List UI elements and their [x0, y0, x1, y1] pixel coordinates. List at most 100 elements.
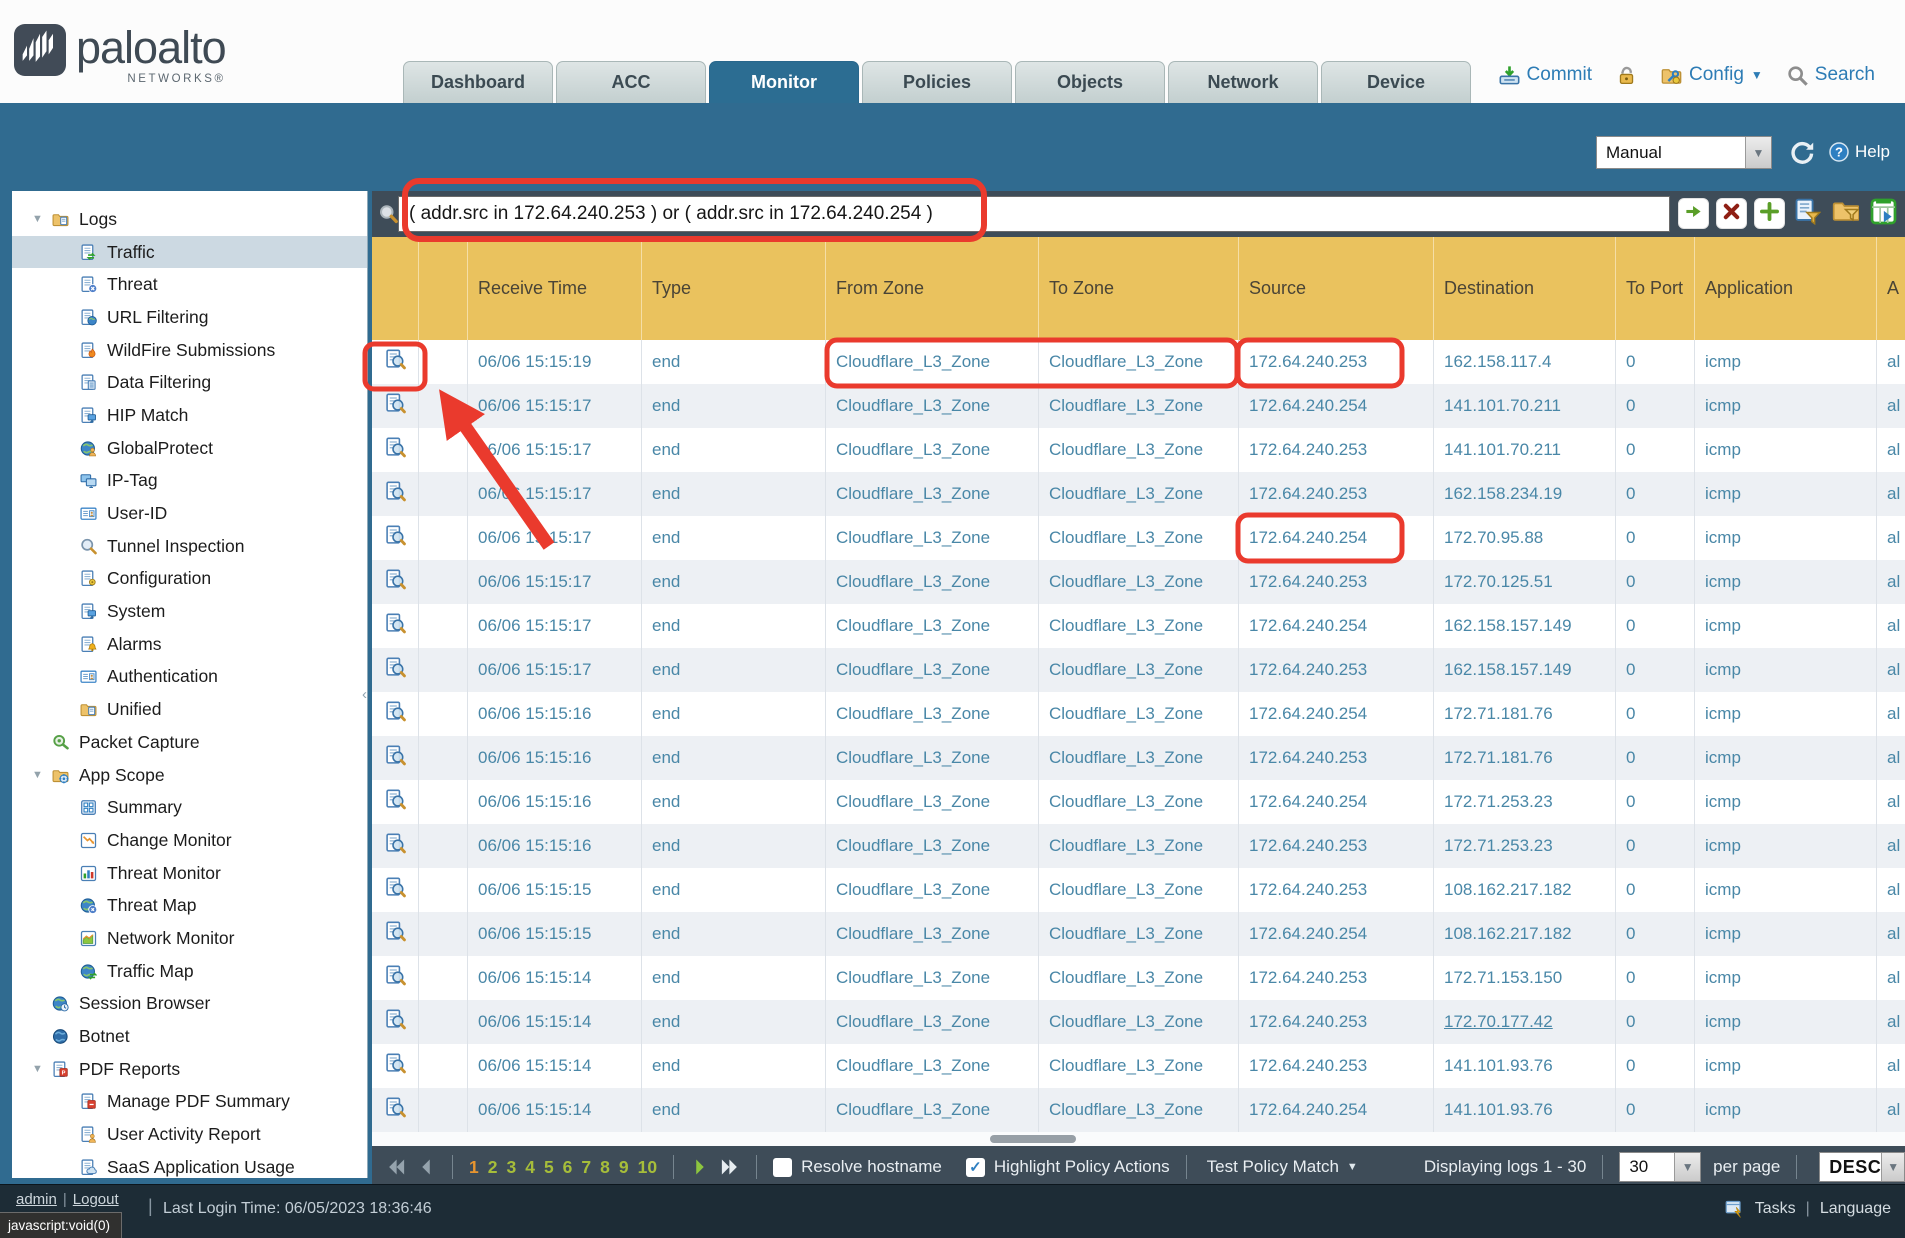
cell-from-zone[interactable]: Cloudflare_L3_Zone	[826, 868, 1039, 912]
log-detail-button[interactable]	[372, 780, 419, 824]
cell-source[interactable]: 172.64.240.254	[1239, 1088, 1434, 1132]
sidebar-item-app-scope[interactable]: ▼App Scope	[12, 759, 367, 792]
cell-to-zone[interactable]: Cloudflare_L3_Zone	[1039, 604, 1239, 648]
cell-application[interactable]: icmp	[1695, 692, 1877, 736]
cell-to-zone[interactable]: Cloudflare_L3_Zone	[1039, 428, 1239, 472]
cell-destination[interactable]: 141.101.70.211	[1434, 384, 1616, 428]
sidebar-item-configuration[interactable]: Configuration	[12, 563, 367, 596]
cell-application[interactable]: icmp	[1695, 868, 1877, 912]
filter-input[interactable]	[398, 196, 1670, 232]
log-detail-button[interactable]	[372, 692, 419, 736]
cell-source[interactable]: 172.64.240.253	[1239, 340, 1434, 384]
cell-source[interactable]: 172.64.240.253	[1239, 1000, 1434, 1044]
cell-from-zone[interactable]: Cloudflare_L3_Zone	[826, 384, 1039, 428]
tab-device[interactable]: Device	[1321, 61, 1471, 103]
cell-source[interactable]: 172.64.240.253	[1239, 868, 1434, 912]
log-detail-button[interactable]	[372, 560, 419, 604]
cell-to-zone[interactable]: Cloudflare_L3_Zone	[1039, 516, 1239, 560]
last-page-button[interactable]	[720, 1157, 740, 1177]
log-detail-button[interactable]	[372, 1044, 419, 1088]
column-header-application[interactable]: Application	[1695, 237, 1877, 340]
cell-from-zone[interactable]: Cloudflare_L3_Zone	[826, 956, 1039, 1000]
cell-from-zone[interactable]: Cloudflare_L3_Zone	[826, 736, 1039, 780]
sidebar-item-traffic-map[interactable]: Traffic Map	[12, 955, 367, 988]
cell-destination[interactable]: 172.71.153.150	[1434, 956, 1616, 1000]
sidebar-item-authentication[interactable]: Authentication	[12, 661, 367, 694]
cell-destination[interactable]: 141.101.93.76	[1434, 1088, 1616, 1132]
cell-source[interactable]: 172.64.240.253	[1239, 1044, 1434, 1088]
cell-from-zone[interactable]: Cloudflare_L3_Zone	[826, 560, 1039, 604]
refresh-interval-select[interactable]: Manual ▼	[1596, 136, 1772, 169]
tree-expand-icon[interactable]: ▼	[28, 213, 52, 225]
page-number-9[interactable]: 9	[619, 1157, 629, 1178]
cell-to-zone[interactable]: Cloudflare_L3_Zone	[1039, 736, 1239, 780]
cell-application[interactable]: icmp	[1695, 912, 1877, 956]
log-detail-button[interactable]	[372, 868, 419, 912]
page-number-4[interactable]: 4	[525, 1157, 535, 1178]
cell-to-zone[interactable]: Cloudflare_L3_Zone	[1039, 384, 1239, 428]
tab-monitor[interactable]: Monitor	[709, 61, 859, 103]
cell-destination[interactable]: 108.162.217.182	[1434, 868, 1616, 912]
cell-to-zone[interactable]: Cloudflare_L3_Zone	[1039, 780, 1239, 824]
sidebar-item-data-filtering[interactable]: Data Filtering	[12, 366, 367, 399]
page-number-6[interactable]: 6	[563, 1157, 573, 1178]
cell-from-zone[interactable]: Cloudflare_L3_Zone	[826, 824, 1039, 868]
sidebar-item-ip-tag[interactable]: IP-Tag	[12, 465, 367, 498]
cell-to-zone[interactable]: Cloudflare_L3_Zone	[1039, 692, 1239, 736]
cell-destination[interactable]: 172.71.181.76	[1434, 692, 1616, 736]
cell-from-zone[interactable]: Cloudflare_L3_Zone	[826, 340, 1039, 384]
page-number-3[interactable]: 3	[506, 1157, 516, 1178]
page-number-7[interactable]: 7	[581, 1157, 591, 1178]
language-button[interactable]: Language	[1820, 1200, 1891, 1218]
page-number-8[interactable]: 8	[600, 1157, 610, 1178]
sidebar-item-threat[interactable]: Threat	[12, 268, 367, 301]
log-detail-button[interactable]	[372, 736, 419, 780]
cell-application[interactable]: icmp	[1695, 1088, 1877, 1132]
admin-user-link[interactable]: admin	[16, 1191, 57, 1208]
sidebar-item-globalprotect[interactable]: GlobalProtect	[12, 432, 367, 465]
column-header-destination[interactable]: Destination	[1434, 237, 1616, 340]
page-number-5[interactable]: 5	[544, 1157, 554, 1178]
sidebar-item-botnet[interactable]: Botnet	[12, 1020, 367, 1053]
cell-application[interactable]: icmp	[1695, 560, 1877, 604]
log-detail-button[interactable]	[372, 516, 419, 560]
help-button[interactable]: ? Help	[1829, 142, 1890, 162]
sidebar-item-session-browser[interactable]: Session Browser	[12, 988, 367, 1021]
cell-destination[interactable]: 172.70.177.42	[1434, 1000, 1616, 1044]
cell-application[interactable]: icmp	[1695, 956, 1877, 1000]
column-header-source[interactable]: Source	[1239, 237, 1434, 340]
sidebar-item-summary[interactable]: Summary	[12, 791, 367, 824]
sidebar-collapse-handle[interactable]: ‹	[362, 672, 373, 716]
cell-source[interactable]: 172.64.240.253	[1239, 956, 1434, 1000]
cell-source[interactable]: 172.64.240.253	[1239, 736, 1434, 780]
sidebar-item-packet-capture[interactable]: Packet Capture	[12, 726, 367, 759]
log-detail-button[interactable]	[372, 648, 419, 692]
chevron-down-icon[interactable]: ▼	[1745, 137, 1771, 168]
cell-application[interactable]: icmp	[1695, 648, 1877, 692]
cell-destination[interactable]: 172.71.253.23	[1434, 780, 1616, 824]
cell-application[interactable]: icmp	[1695, 604, 1877, 648]
page-number-1[interactable]: 1	[469, 1157, 479, 1178]
cell-to-zone[interactable]: Cloudflare_L3_Zone	[1039, 912, 1239, 956]
cell-source[interactable]: 172.64.240.253	[1239, 824, 1434, 868]
cell-source[interactable]: 172.64.240.253	[1239, 472, 1434, 516]
cell-application[interactable]: icmp	[1695, 384, 1877, 428]
cell-source[interactable]: 172.64.240.254	[1239, 384, 1434, 428]
cell-to-zone[interactable]: Cloudflare_L3_Zone	[1039, 560, 1239, 604]
cell-from-zone[interactable]: Cloudflare_L3_Zone	[826, 780, 1039, 824]
lock-icon[interactable]	[1616, 65, 1637, 86]
config-menu[interactable]: Config ▼	[1661, 64, 1763, 86]
cell-source[interactable]: 172.64.240.254	[1239, 912, 1434, 956]
cell-application[interactable]: icmp	[1695, 428, 1877, 472]
cell-to-zone[interactable]: Cloudflare_L3_Zone	[1039, 1000, 1239, 1044]
cell-from-zone[interactable]: Cloudflare_L3_Zone	[826, 472, 1039, 516]
sidebar-item-user-activity-report[interactable]: User Activity Report	[12, 1118, 367, 1151]
tab-network[interactable]: Network	[1168, 61, 1318, 103]
sidebar-item-user-id[interactable]: User-ID	[12, 497, 367, 530]
column-header-action[interactable]: A	[1877, 237, 1905, 340]
log-detail-button[interactable]	[372, 824, 419, 868]
column-header-to_port[interactable]: To Port	[1616, 237, 1695, 340]
tasks-button[interactable]: Tasks	[1755, 1200, 1796, 1218]
cell-application[interactable]: icmp	[1695, 1044, 1877, 1088]
chevron-down-icon[interactable]: ▼	[1674, 1153, 1700, 1181]
